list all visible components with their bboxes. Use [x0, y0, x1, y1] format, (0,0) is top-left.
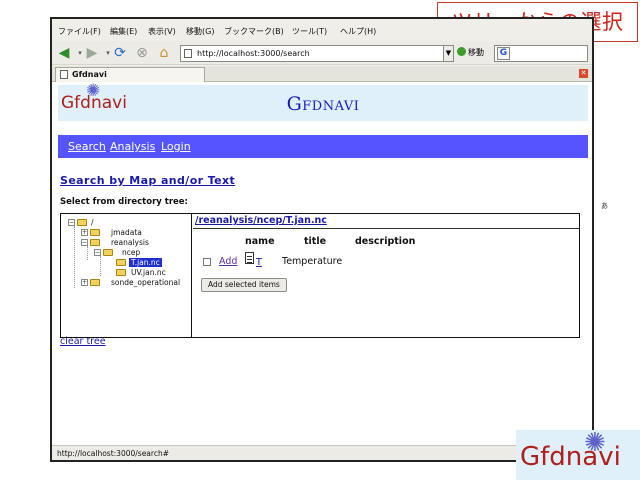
tree-item-t-jan-nc[interactable]: T.jan.nc: [129, 258, 162, 267]
directory-tree: − / + jmadata − reanalysis − ncep T.jan.…: [61, 214, 192, 337]
forward-icon[interactable]: ▶: [84, 45, 100, 61]
nav-login-link[interactable]: Login: [161, 140, 191, 153]
tab-page-icon: [60, 70, 68, 79]
file-detail: /reanalysis/ncep/T.jan.nc name title des…: [193, 214, 579, 337]
tab-label: Gfdnavi: [72, 70, 107, 79]
search-field[interactable]: G: [494, 45, 588, 62]
menu-help[interactable]: ヘルプ(H): [340, 26, 376, 37]
collapse-reanalysis-icon[interactable]: −: [81, 239, 88, 246]
address-dropdown-icon[interactable]: ▼: [444, 45, 454, 62]
globe-icon: ✺: [584, 430, 606, 458]
search-engine-icon: G: [497, 47, 510, 60]
expand-sonde-icon[interactable]: +: [81, 279, 88, 286]
status-bar: http://localhost:3000/search#: [52, 445, 592, 460]
address-text: http://localhost:3000/search: [197, 49, 310, 58]
go-button[interactable]: 移動: [457, 47, 484, 58]
nav-analysis-link[interactable]: Analysis: [110, 140, 155, 153]
page-content: Gfdnavi ✺ Gfdnavi Search Analysis Login …: [52, 82, 592, 445]
site-header: Gfdnavi ✺ Gfdnavi: [58, 82, 588, 121]
tree-item-uv-jan-nc[interactable]: UV.jan.nc: [131, 268, 166, 277]
collapse-root-icon[interactable]: −: [68, 219, 75, 226]
column-name: name: [245, 236, 275, 247]
home-icon[interactable]: ⌂: [156, 45, 172, 61]
divider: [193, 228, 579, 229]
variable-title: Temperature: [282, 256, 343, 267]
site-nav: Search Analysis Login: [58, 135, 588, 158]
page-icon: [184, 49, 192, 58]
menu-bar: ファイル(F) 編集(E) 表示(V) 移動(G) ブックマーク(B) ツール(…: [52, 19, 592, 41]
folder-icon: [116, 269, 126, 276]
navigation-toolbar: ◀ ▾ ▶ ▾ ⟳ ⊗ ⌂ http://localhost:3000/sear…: [52, 41, 592, 65]
collapse-ncep-icon[interactable]: −: [94, 249, 101, 256]
menu-tools[interactable]: ツール(T): [292, 26, 327, 37]
folder-icon: [103, 249, 113, 256]
side-character: あ: [601, 202, 608, 210]
tree-item-root[interactable]: /: [91, 218, 94, 227]
column-title: title: [304, 236, 327, 247]
folder-icon: [77, 219, 87, 226]
go-icon: [457, 47, 466, 56]
add-link[interactable]: Add: [219, 256, 237, 267]
site-title: Gfdnavi: [286, 93, 360, 115]
directory-panel: − / + jmadata − reanalysis − ncep T.jan.…: [60, 213, 580, 338]
status-text: http://localhost:3000/search#: [57, 449, 169, 458]
tree-connector: [87, 246, 88, 260]
menu-edit[interactable]: 編集(E): [110, 26, 137, 37]
tree-item-reanalysis[interactable]: reanalysis: [111, 238, 149, 247]
select-checkbox[interactable]: [203, 258, 211, 266]
go-label: 移動: [468, 48, 484, 57]
browser-window: ファイル(F) 編集(E) 表示(V) 移動(G) ブックマーク(B) ツール(…: [50, 17, 594, 462]
nav-search-link[interactable]: Search: [68, 140, 106, 153]
tree-item-sonde-operational[interactable]: sonde_operational: [111, 278, 180, 287]
address-bar[interactable]: http://localhost:3000/search: [180, 45, 444, 62]
folder-icon: [90, 279, 100, 286]
back-icon[interactable]: ◀: [56, 45, 72, 61]
file-icon[interactable]: [245, 252, 254, 264]
folder-icon: [116, 259, 126, 266]
folder-icon: [90, 239, 100, 246]
reload-icon[interactable]: ⟳: [112, 45, 128, 61]
clear-tree-link[interactable]: clear tree: [60, 336, 106, 347]
search-by-map-link[interactable]: Search by Map and/or Text: [60, 174, 235, 187]
menu-bookmarks[interactable]: ブックマーク(B): [224, 26, 284, 37]
tab-bar: Gfdnavi ✕: [52, 66, 592, 82]
column-description: description: [355, 236, 416, 247]
folder-icon: [90, 229, 100, 236]
variable-name-link[interactable]: T: [256, 257, 262, 268]
menu-go[interactable]: 移動(G): [186, 26, 214, 37]
expand-jmadata-icon[interactable]: +: [81, 229, 88, 236]
tree-connector: [100, 256, 101, 276]
menu-view[interactable]: 表示(V): [148, 26, 176, 37]
menu-file[interactable]: ファイル(F): [58, 26, 101, 37]
stop-icon[interactable]: ⊗: [134, 45, 150, 61]
select-label: Select from directory tree:: [60, 197, 188, 207]
tree-item-ncep[interactable]: ncep: [122, 248, 140, 257]
tab-gfdnavi[interactable]: Gfdnavi: [55, 67, 205, 82]
slide: ツリーからの選択 ファイル(F) 編集(E) 表示(V) 移動(G) ブックマー…: [0, 0, 640, 480]
add-selected-button[interactable]: Add selected items: [201, 278, 287, 292]
path-link[interactable]: /reanalysis/ncep/T.jan.nc: [195, 215, 327, 226]
tree-item-jmadata[interactable]: jmadata: [111, 228, 142, 237]
corner-logo: Gfdnavi ✺: [516, 430, 640, 480]
close-tab-icon[interactable]: ✕: [579, 69, 588, 78]
tree-connector: [74, 226, 75, 288]
